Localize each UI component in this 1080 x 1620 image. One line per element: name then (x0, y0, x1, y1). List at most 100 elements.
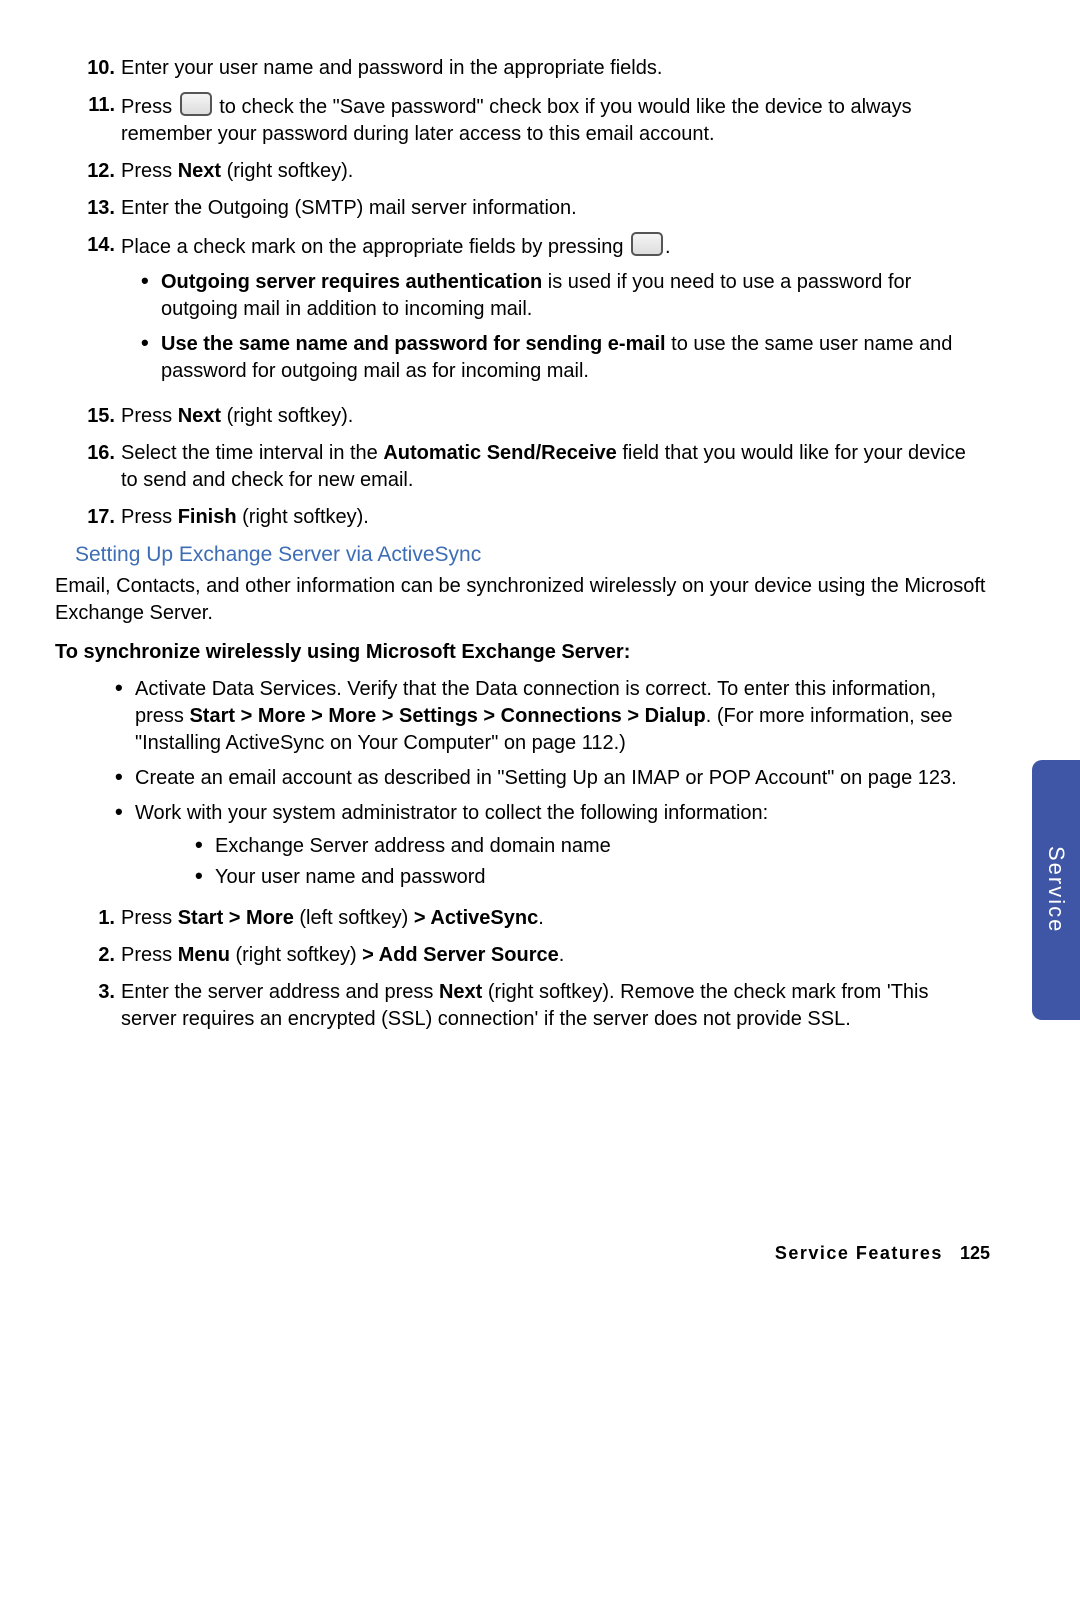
bold-text: Next (178, 405, 221, 427)
footer-section-title: Service Features (775, 1243, 943, 1263)
bold-text: Next (178, 160, 221, 182)
step-text: Press to check the "Save password" check… (121, 92, 990, 148)
step-text: Press Menu (right softkey) > Add Server … (121, 942, 990, 969)
text: (right softkey). (221, 405, 353, 427)
step-text: Press Next (right softkey). (121, 403, 990, 430)
step-text: Enter your user name and password in the… (121, 55, 990, 82)
step-3: 3. Enter the server address and press Ne… (55, 979, 990, 1033)
step-number: 10. (55, 55, 121, 82)
step-number: 2. (55, 942, 121, 969)
bold-text: Automatic Send/Receive (383, 442, 616, 464)
sub-bullet-item: • Exchange Server address and domain nam… (195, 833, 768, 860)
text: Place a check mark on the appropriate fi… (121, 236, 629, 258)
bold-text: Start > More (178, 907, 300, 929)
footer-page-number: 125 (960, 1243, 990, 1263)
bullet-text: Outgoing server requires authentication … (161, 269, 980, 323)
bullet-item: • Outgoing server requires authenticatio… (141, 269, 980, 323)
step-number: 13. (55, 195, 121, 222)
step-14: 14. Place a check mark on the appropriat… (55, 232, 990, 393)
text: Press (121, 907, 178, 929)
bullet-item: • Activate Data Services. Verify that th… (115, 676, 990, 757)
step-11: 11. Press to check the "Save password" c… (55, 92, 990, 148)
bullet-dot-icon: • (141, 331, 161, 385)
bold-text: > ActiveSync (414, 907, 538, 929)
step-12: 12. Press Next (right softkey). (55, 158, 990, 185)
text: (left softkey) (299, 907, 413, 929)
text: (right softkey). (221, 160, 353, 182)
text: . (665, 236, 671, 258)
step-number: 12. (55, 158, 121, 185)
text: (right softkey) (230, 944, 362, 966)
bold-text: Next (439, 981, 482, 1003)
step-number: 3. (55, 979, 121, 1033)
step-16: 16. Select the time interval in the Auto… (55, 440, 990, 494)
bullet-dot-icon: • (195, 864, 215, 891)
step-number: 14. (55, 232, 121, 393)
step-number: 17. (55, 504, 121, 531)
step-number: 15. (55, 403, 121, 430)
side-tab: Service (1032, 760, 1080, 1020)
text: (right softkey). (237, 506, 369, 528)
step-10: 10. Enter your user name and password in… (55, 55, 990, 82)
step-13: 13. Enter the Outgoing (SMTP) mail serve… (55, 195, 990, 222)
button-key-icon (180, 92, 212, 116)
bold-text: Outgoing server requires authentication (161, 271, 542, 293)
text: Enter the server address and press (121, 981, 439, 1003)
step-2: 2. Press Menu (right softkey) > Add Serv… (55, 942, 990, 969)
numbered-list-c: 1. Press Start > More (left softkey) > A… (55, 905, 990, 1033)
bullet-list-b: • Activate Data Services. Verify that th… (55, 676, 990, 895)
step-17: 17. Press Finish (right softkey). (55, 504, 990, 531)
bold-text: Use the same name and password for sendi… (161, 333, 666, 355)
bold-text: Menu (178, 944, 230, 966)
bullet-dot-icon: • (115, 765, 135, 792)
step-text: Press Finish (right softkey). (121, 504, 990, 531)
sub-bullet-list: • Exchange Server address and domain nam… (135, 833, 768, 891)
step-number: 11. (55, 92, 121, 148)
bullet-item: • Use the same name and password for sen… (141, 331, 980, 385)
bullet-text: Activate Data Services. Verify that the … (135, 676, 990, 757)
bullet-text: Work with your system administrator to c… (135, 800, 768, 895)
text: Press (121, 944, 178, 966)
text: Press (121, 405, 178, 427)
bullet-dot-icon: • (115, 676, 135, 757)
text: . (559, 944, 565, 966)
step-1: 1. Press Start > More (left softkey) > A… (55, 905, 990, 932)
bullet-text: Use the same name and password for sendi… (161, 331, 980, 385)
step-15: 15. Press Next (right softkey). (55, 403, 990, 430)
step-number: 16. (55, 440, 121, 494)
bold-text: > Add Server Source (362, 944, 559, 966)
step-text: Press Start > More (left softkey) > Acti… (121, 905, 990, 932)
text: Press (121, 160, 178, 182)
bullet-item: • Create an email account as described i… (115, 765, 990, 792)
bullet-dot-icon: • (115, 800, 135, 895)
text: Press (121, 96, 178, 118)
step-number: 1. (55, 905, 121, 932)
sub-bullet-text: Exchange Server address and domain name (215, 833, 611, 860)
bullet-dot-icon: • (195, 833, 215, 860)
text: . (538, 907, 544, 929)
sub-bullet-text: Your user name and password (215, 864, 486, 891)
side-tab-label: Service (1041, 846, 1071, 933)
bullet-item: • Work with your system administrator to… (115, 800, 990, 895)
section-subheading: To synchronize wirelessly using Microsof… (55, 639, 990, 666)
section-heading: Setting Up Exchange Server via ActiveSyn… (75, 541, 990, 569)
bold-text: Finish (178, 506, 237, 528)
step-text: Enter the server address and press Next … (121, 979, 990, 1033)
page-content: 10. Enter your user name and password in… (0, 0, 1080, 1033)
bullet-dot-icon: • (141, 269, 161, 323)
bullet-list: • Outgoing server requires authenticatio… (121, 269, 980, 385)
sub-bullet-item: • Your user name and password (195, 864, 768, 891)
text: to check the "Save password" check box i… (121, 96, 912, 145)
bold-text: Start > More > More > Settings > Connect… (189, 705, 705, 727)
numbered-list-a: 10. Enter your user name and password in… (55, 55, 990, 531)
step-text: Press Next (right softkey). (121, 158, 990, 185)
button-key-icon (631, 232, 663, 256)
text: Press (121, 506, 178, 528)
step-text: Enter the Outgoing (SMTP) mail server in… (121, 195, 990, 222)
section-paragraph: Email, Contacts, and other information c… (55, 573, 990, 627)
step-text: Select the time interval in the Automati… (121, 440, 990, 494)
text: Work with your system administrator to c… (135, 802, 768, 824)
page-footer: Service Features 125 (775, 1241, 990, 1265)
text: Select the time interval in the (121, 442, 383, 464)
bullet-text: Create an email account as described in … (135, 765, 957, 792)
